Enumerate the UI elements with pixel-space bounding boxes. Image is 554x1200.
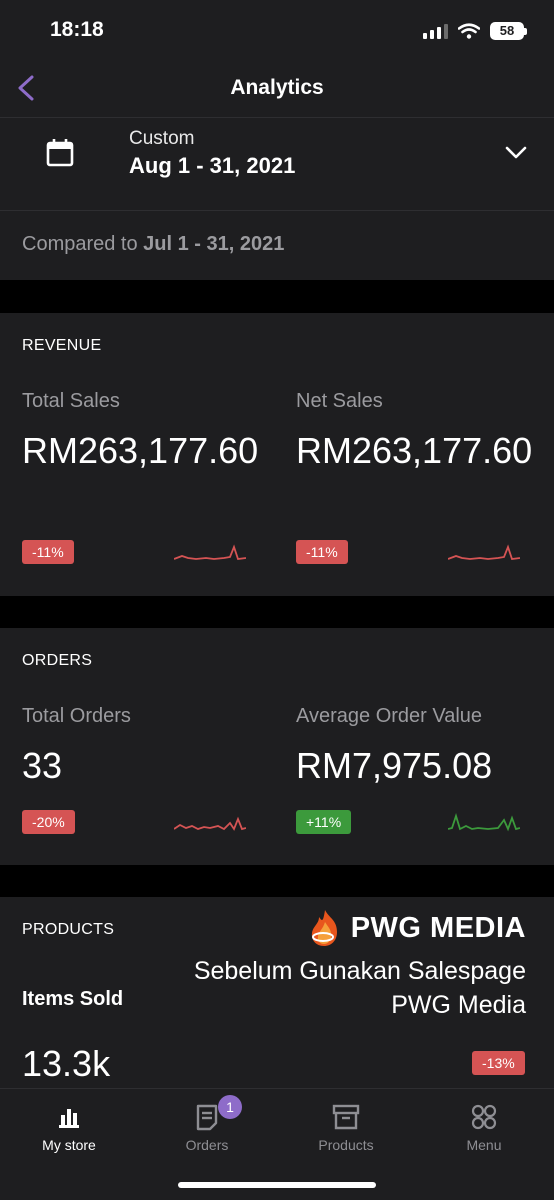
status-time: 18:18 xyxy=(50,18,104,41)
overlay-text-line-1: Sebelum Gunakan Salespage xyxy=(193,957,526,985)
tab-menu[interactable]: Menu xyxy=(415,1099,553,1163)
tab-my-store-label: My store xyxy=(42,1137,96,1153)
total-orders-label: Total Orders xyxy=(22,705,131,727)
navigation-header: Analytics xyxy=(0,60,554,118)
bar-chart-icon xyxy=(59,1109,79,1128)
archive-box-icon xyxy=(332,1104,360,1130)
total-orders-sparkline xyxy=(174,816,246,831)
calendar-icon xyxy=(46,139,74,167)
average-order-value-change-badge: +11% xyxy=(296,810,352,834)
items-sold-change-badge: -13% xyxy=(472,1051,525,1075)
comparison-prefix: Compared to xyxy=(22,233,144,255)
total-orders-change-badge: -20% xyxy=(22,810,75,834)
page-title: Analytics xyxy=(230,76,324,99)
grid-circles-icon xyxy=(471,1104,497,1130)
chevron-down-icon[interactable] xyxy=(504,140,528,164)
tab-products-label: Products xyxy=(318,1137,374,1153)
battery-icon: 58 xyxy=(490,22,527,40)
brand-watermark: PWG MEDIA xyxy=(307,908,526,948)
orders-heading: ORDERS xyxy=(22,652,93,669)
date-range-value: Aug 1 - 31, 2021 xyxy=(129,153,296,178)
orders-card[interactable]: ORDERS Total Orders 33 -20% Average Orde… xyxy=(0,628,554,865)
status-icons: 58 xyxy=(423,20,527,42)
items-sold-value: 13.3k xyxy=(22,1043,111,1084)
date-range-type: Custom xyxy=(129,128,195,149)
cellular-signal-icon xyxy=(423,23,448,39)
overlay-text-line-2: PWG Media xyxy=(391,991,526,1019)
date-range-selector[interactable]: Custom Aug 1 - 31, 2021 xyxy=(0,118,554,211)
flame-logo-icon xyxy=(311,910,337,946)
comparison-text: Compared to Jul 1 - 31, 2021 xyxy=(22,233,284,256)
average-order-value-sparkline xyxy=(448,813,520,832)
total-orders-value: 33 xyxy=(22,745,63,786)
net-sales-change-badge: -11% xyxy=(296,540,348,564)
revenue-heading: REVENUE xyxy=(22,337,102,354)
net-sales-value: RM263,177.60 xyxy=(296,430,533,471)
total-sales-change-badge: -11% xyxy=(22,540,74,564)
status-bar: 18:18 58 xyxy=(0,0,554,60)
products-heading: PRODUCTS xyxy=(22,921,115,938)
total-sales-label: Total Sales xyxy=(22,390,120,412)
brand-name: PWG MEDIA xyxy=(350,911,526,944)
tab-products[interactable]: Products xyxy=(277,1099,415,1163)
total-sales-value: RM263,177.60 xyxy=(22,430,259,471)
tab-orders[interactable]: 1 Orders xyxy=(138,1095,276,1163)
tab-menu-label: Menu xyxy=(466,1137,502,1153)
tab-my-store[interactable]: My store xyxy=(0,1099,138,1163)
analytics-screen: 18:18 58 Analytics Custom Aug 1 - 31, 20… xyxy=(0,0,554,1200)
total-sales-sparkline xyxy=(174,544,246,560)
orders-doc-icon xyxy=(196,1104,218,1131)
home-indicator[interactable] xyxy=(178,1182,376,1188)
date-filter-section: Custom Aug 1 - 31, 2021 Compared to Jul … xyxy=(0,118,554,280)
net-sales-sparkline xyxy=(448,544,520,560)
orders-count-badge: 1 xyxy=(218,1095,242,1119)
net-sales-label: Net Sales xyxy=(296,390,383,412)
tab-orders-label: Orders xyxy=(185,1137,229,1153)
wifi-icon xyxy=(458,23,480,39)
average-order-value-label: Average Order Value xyxy=(296,705,483,727)
items-sold-label: Items Sold xyxy=(22,988,124,1010)
revenue-card[interactable]: REVENUE Total Sales RM263,177.60 -11% Ne… xyxy=(0,313,554,596)
comparison-range: Jul 1 - 31, 2021 xyxy=(143,233,285,255)
average-order-value-value: RM7,975.08 xyxy=(296,745,493,786)
